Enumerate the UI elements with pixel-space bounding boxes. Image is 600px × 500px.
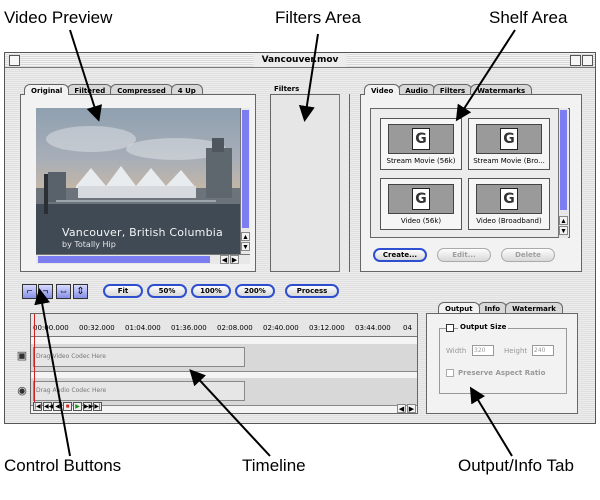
create-button[interactable]: Create... bbox=[373, 248, 427, 262]
ruler-tick-label: 04 bbox=[403, 324, 412, 332]
video-track-drop-zone[interactable]: Drag Video Codec Here bbox=[33, 347, 245, 367]
scroll-left-arrow-icon[interactable]: ◀ bbox=[397, 404, 406, 413]
ruler-tick-label: 03:12.000 bbox=[309, 324, 345, 332]
tab-video[interactable]: Video bbox=[364, 84, 401, 95]
output-size-label: Output Size bbox=[458, 323, 509, 331]
ruler-tick-label: 00:32.000 bbox=[79, 324, 115, 332]
playhead[interactable] bbox=[34, 314, 35, 404]
scroll-right-arrow-icon[interactable]: ▶ bbox=[407, 404, 416, 413]
edit-button[interactable]: Edit... bbox=[437, 248, 491, 262]
tab-output[interactable]: Output bbox=[438, 302, 480, 313]
ruler-tick-label: 01:04.000 bbox=[125, 324, 161, 332]
zoom-100-button[interactable]: 100% bbox=[191, 284, 231, 298]
callout-timeline: Timeline bbox=[242, 456, 306, 475]
tab-original[interactable]: Original bbox=[24, 84, 70, 95]
ruler-tick-label: 02:08.000 bbox=[217, 324, 253, 332]
movie-preset-icon: G bbox=[476, 124, 542, 154]
zoom-box-icon[interactable] bbox=[570, 55, 581, 66]
window-title: Vancouver.mov bbox=[253, 53, 347, 67]
preset-video-broadband[interactable]: G Video (Broadband) bbox=[468, 178, 550, 230]
ruler-tick-label: 01:36.000 bbox=[171, 324, 207, 332]
fit-horizontal-icon[interactable]: ⇔ bbox=[56, 284, 71, 299]
scroll-up-arrow-icon[interactable]: ▲ bbox=[241, 232, 250, 241]
output-size-group: Output Size Width 320 Height 240 Preserv… bbox=[439, 323, 567, 394]
scroll-thumb[interactable] bbox=[560, 110, 567, 210]
timeline[interactable]: 00:00.000 00:32.000 01:04.000 01:36.000 … bbox=[30, 313, 418, 414]
scroll-down-arrow-icon[interactable]: ▼ bbox=[559, 226, 568, 235]
video-vertical-scrollbar[interactable]: ▲ ▼ bbox=[240, 108, 250, 254]
preset-stream-movie-broadband[interactable]: G Stream Movie (Bro... bbox=[468, 118, 550, 170]
delete-button[interactable]: Delete bbox=[501, 248, 555, 262]
video-track[interactable]: Drag Video Codec Here bbox=[31, 344, 417, 372]
video-track-icon: ▣ bbox=[16, 350, 28, 362]
scroll-down-arrow-icon[interactable]: ▼ bbox=[241, 242, 250, 251]
close-box-icon[interactable] bbox=[9, 55, 20, 66]
callout-output-info-tab: Output/Info Tab bbox=[458, 456, 574, 475]
video-caption-credit: by Totally Hip bbox=[62, 240, 116, 249]
zoom-200-button[interactable]: 200% bbox=[235, 284, 275, 298]
scroll-thumb[interactable] bbox=[38, 256, 210, 263]
preset-label: Stream Movie (56k) bbox=[386, 157, 456, 165]
video-preview: Vancouver, British Columbia by Totally H… bbox=[36, 108, 240, 254]
output-tabs: Output Info Watermark bbox=[438, 302, 563, 313]
scroll-right-arrow-icon[interactable]: ▶ bbox=[230, 255, 239, 264]
zoom-50-button[interactable]: 50% bbox=[147, 284, 187, 298]
timeline-ruler[interactable]: 00:00.000 00:32.000 01:04.000 01:36.000 … bbox=[31, 314, 417, 337]
width-label: Width bbox=[446, 347, 467, 355]
video-caption-title: Vancouver, British Columbia bbox=[62, 226, 223, 239]
scroll-thumb[interactable] bbox=[242, 110, 249, 228]
zoom-fit-button[interactable]: Fit bbox=[103, 284, 143, 298]
preset-stream-movie-56k[interactable]: G Stream Movie (56k) bbox=[380, 118, 462, 170]
title-bar[interactable]: Vancouver.mov bbox=[5, 53, 595, 68]
output-size-checkbox[interactable] bbox=[446, 324, 454, 332]
fit-vertical-icon[interactable]: ⇕ bbox=[73, 284, 88, 299]
scroll-up-arrow-icon[interactable]: ▲ bbox=[559, 216, 568, 225]
filters-scrollbar[interactable] bbox=[339, 94, 349, 272]
audio-track-icon: ◉ bbox=[17, 385, 27, 397]
preserve-aspect-label: Preserve Aspect Ratio bbox=[458, 369, 546, 377]
rewind-start-icon[interactable]: |◀ bbox=[33, 402, 42, 411]
callout-control-buttons: Control Buttons bbox=[4, 456, 122, 475]
audio-track-drop-zone[interactable]: Drag Audio Codec Here bbox=[33, 381, 245, 401]
filters-label: Filters bbox=[274, 85, 300, 93]
out-point-icon[interactable]: ¬ bbox=[38, 284, 53, 299]
fast-forward-icon[interactable]: ▶▶ bbox=[83, 402, 93, 411]
filters-list[interactable] bbox=[270, 94, 350, 272]
ruler-tick-label: 02:40.000 bbox=[263, 324, 299, 332]
width-field[interactable]: 320 bbox=[472, 345, 494, 356]
movie-preset-icon: G bbox=[388, 184, 454, 214]
callout-filters-area: Filters Area bbox=[275, 8, 361, 27]
tab-watermark[interactable]: Watermark bbox=[505, 302, 563, 313]
height-field[interactable]: 240 bbox=[532, 345, 554, 356]
ruler-tick-label: 03:44.000 bbox=[355, 324, 391, 332]
preset-label: Video (56k) bbox=[400, 217, 442, 225]
height-label: Height bbox=[504, 347, 528, 355]
movie-preset-icon: G bbox=[476, 184, 542, 214]
in-point-icon[interactable]: ⌐ bbox=[22, 284, 37, 299]
shelf-scrollbar[interactable]: ▲ ▼ bbox=[558, 108, 568, 238]
ruler-tick-label: 00:00.000 bbox=[33, 324, 69, 332]
movie-preset-icon: G bbox=[388, 124, 454, 154]
stop-icon[interactable]: ■ bbox=[63, 402, 72, 411]
preset-video-56k[interactable]: G Video (56k) bbox=[380, 178, 462, 230]
preset-label: Video (Broadband) bbox=[476, 217, 542, 225]
end-icon[interactable]: ▶| bbox=[93, 402, 102, 411]
step-back-icon[interactable]: ◀ bbox=[53, 402, 62, 411]
preset-label: Stream Movie (Bro... bbox=[473, 157, 545, 165]
callout-shelf-area: Shelf Area bbox=[489, 8, 568, 27]
callout-video-preview: Video Preview bbox=[4, 8, 113, 27]
output-panel: Output Size Width 320 Height 240 Preserv… bbox=[426, 313, 578, 414]
collapse-box-icon[interactable] bbox=[582, 55, 593, 66]
play-icon[interactable]: ▶ bbox=[73, 402, 82, 411]
scroll-left-arrow-icon[interactable]: ◀ bbox=[220, 255, 229, 264]
preserve-aspect-checkbox[interactable] bbox=[446, 369, 454, 377]
rewind-icon[interactable]: ◀◀ bbox=[43, 402, 53, 411]
video-horizontal-scrollbar[interactable]: ◀ ▶ bbox=[36, 254, 250, 264]
transport-controls: |◀ ◀◀ ◀ ■ ▶ ▶▶ ▶| bbox=[33, 402, 102, 411]
tab-info[interactable]: Info bbox=[477, 302, 508, 313]
process-button[interactable]: Process bbox=[285, 284, 339, 298]
